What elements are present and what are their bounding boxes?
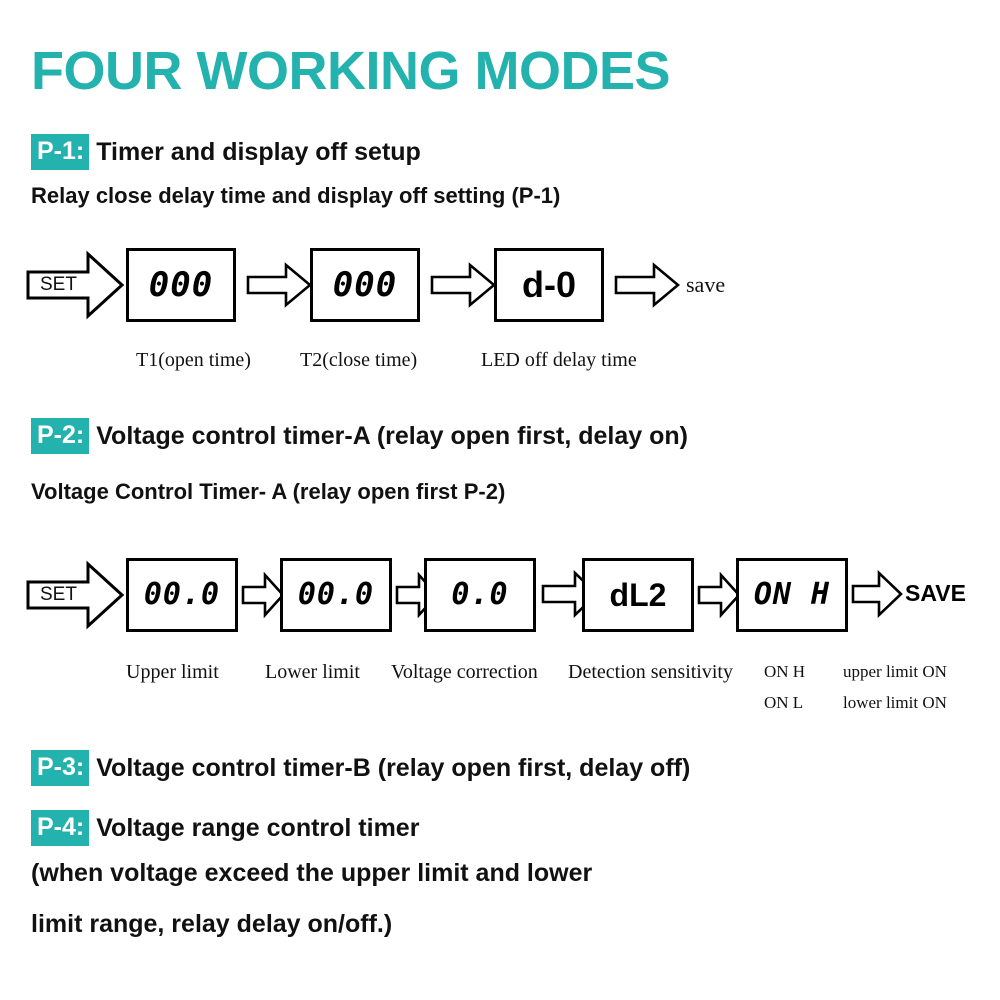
display-value-t1: 000 bbox=[148, 265, 214, 305]
caption-upper-limit: Upper limit bbox=[126, 661, 219, 683]
caption-detection-sensitivity: Detection sensitivity bbox=[568, 661, 733, 683]
legend-code-on-l: ON L bbox=[764, 693, 804, 712]
mode-badge-p4: P-4: bbox=[31, 810, 90, 846]
flow-arrow-p1-2 bbox=[430, 262, 496, 308]
display-box-led-off: d-0 bbox=[494, 248, 604, 322]
mode-heading-p3: P-3: Voltage control timer-B (relay open… bbox=[31, 750, 690, 786]
p4-note-line-2: limit range, relay delay on/off.) bbox=[31, 910, 393, 938]
display-value-on-mode: ON H bbox=[753, 577, 831, 612]
mode-label-p3: Voltage control timer-B (relay open firs… bbox=[96, 753, 691, 782]
mode-heading-p1: P-1: Timer and display off setup bbox=[31, 134, 421, 170]
mode-heading-p4: P-4: Voltage range control timer bbox=[31, 810, 419, 846]
legend-meaning-on-l: lower limit ON bbox=[843, 693, 947, 712]
display-box-on-mode: ON H bbox=[736, 558, 848, 632]
mode-heading-p2: P-2: Voltage control timer-A (relay open… bbox=[31, 418, 688, 454]
flow-arrow-p1-1 bbox=[246, 262, 312, 308]
mode-badge-p2: P-2: bbox=[31, 418, 90, 454]
display-box-t2: 000 bbox=[310, 248, 420, 322]
display-value-t2: 000 bbox=[332, 265, 398, 305]
caption-t2: T2(close time) bbox=[300, 349, 418, 371]
flow-arrow-p2-4 bbox=[697, 572, 741, 618]
display-box-detection-sensitivity: dL2 bbox=[582, 558, 694, 632]
caption-led-off: LED off delay time bbox=[481, 349, 637, 371]
display-value-voltage-correction: 0.0 bbox=[451, 577, 509, 612]
mode-label-p1: Timer and display off setup bbox=[96, 137, 421, 166]
set-label-p1: SET bbox=[40, 274, 77, 295]
p4-note-line-1: (when voltage exceed the upper limit and… bbox=[31, 859, 593, 887]
page-title: FOUR WORKING MODES bbox=[31, 41, 670, 101]
display-box-lower-limit: 00.0 bbox=[280, 558, 392, 632]
display-box-upper-limit: 00.0 bbox=[126, 558, 238, 632]
display-value-lower-limit: 00.0 bbox=[297, 577, 375, 612]
mode-badge-p3: P-3: bbox=[31, 750, 90, 786]
display-value-detection-sensitivity: dL2 bbox=[609, 577, 667, 613]
p1-save-label: save bbox=[686, 272, 726, 297]
mode-label-p2: Voltage control timer-A (relay open firs… bbox=[96, 421, 688, 450]
mode-badge-p1: P-1: bbox=[31, 134, 90, 170]
p2-subheading: Voltage Control Timer- A (relay open fir… bbox=[31, 479, 506, 504]
mode-label-p4: Voltage range control timer bbox=[96, 813, 420, 842]
flow-arrow-p1-3 bbox=[614, 262, 680, 308]
display-box-t1: 000 bbox=[126, 248, 236, 322]
flow-arrow-p2-5 bbox=[851, 570, 903, 618]
caption-voltage-correction: Voltage correction bbox=[391, 661, 538, 683]
legend-code-on-h: ON H bbox=[764, 662, 806, 681]
caption-lower-limit: Lower limit bbox=[265, 661, 360, 683]
flow-arrow-p2-1 bbox=[241, 572, 285, 618]
display-value-led-off: d-0 bbox=[522, 264, 576, 305]
p1-subheading: Relay close delay time and display off s… bbox=[31, 183, 561, 208]
display-value-upper-limit: 00.0 bbox=[143, 577, 221, 612]
p2-save-label: SAVE bbox=[905, 580, 966, 606]
display-box-voltage-correction: 0.0 bbox=[424, 558, 536, 632]
caption-t1: T1(open time) bbox=[136, 349, 251, 371]
legend-meaning-on-h: upper limit ON bbox=[843, 662, 947, 681]
set-label-p2: SET bbox=[40, 584, 77, 605]
